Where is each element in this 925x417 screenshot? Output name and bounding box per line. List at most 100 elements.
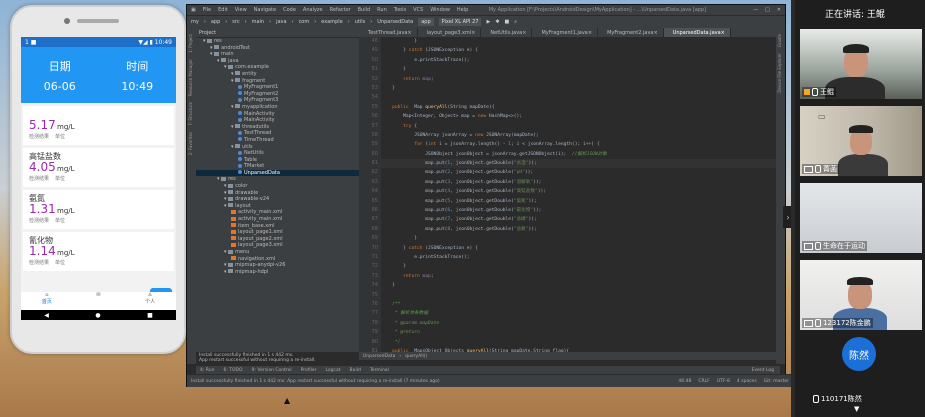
participant-tile[interactable]: ▭ 菁菡	[800, 106, 922, 176]
device-explorer-tab[interactable]: Device File Explorer	[777, 53, 782, 93]
menu-item-help[interactable]: Help	[457, 7, 468, 13]
run-icon[interactable]: ▶	[486, 19, 490, 25]
code-editor[interactable]: } } catch (JSONException e) { e.printSta…	[381, 37, 776, 352]
editor-tab[interactable]: NetUtils.java ×	[481, 28, 533, 37]
close-icon[interactable]: ✕	[777, 7, 781, 13]
tree-item[interactable]: ▾ layout	[196, 203, 359, 210]
tree-item[interactable]: ▾ fragment	[196, 78, 359, 85]
nav-crumb[interactable]: java	[276, 19, 286, 25]
tree-item[interactable]: item_base.xml	[196, 223, 359, 230]
breadcrumb-item[interactable]: queryAll()	[405, 354, 427, 359]
minimize-icon[interactable]: —	[753, 7, 758, 13]
nav-crumb[interactable]: app	[211, 19, 220, 25]
structure-tab[interactable]: 7: Structure	[188, 102, 193, 126]
tree-item[interactable]: ▾ mipmap-anydpi-v26	[196, 262, 359, 269]
tree-item[interactable]: MyFragment3	[196, 97, 359, 104]
menu-item-vcs[interactable]: VCS	[413, 7, 423, 13]
tool-window-tab[interactable]: 9: Version Control	[252, 368, 292, 373]
participant-tile[interactable]: 生命在于运动	[800, 183, 922, 253]
nav-crumb[interactable]: example	[321, 19, 343, 25]
tree-item[interactable]: activity_main.xml	[196, 209, 359, 216]
editor-tab[interactable]: TestThread.java ×	[359, 28, 418, 37]
tool-window-tab[interactable]: 6: TODO	[223, 368, 242, 373]
tree-item[interactable]: ▾ myapplication	[196, 104, 359, 111]
project-panel-header[interactable]: Project	[196, 28, 359, 38]
menu-item-refactor[interactable]: Refactor	[330, 7, 351, 13]
tab-close-icon[interactable]: ×	[588, 30, 592, 36]
menu-item-analyze[interactable]: Analyze	[303, 7, 323, 13]
editor-tab[interactable]: layout_page3.xml ×	[418, 28, 482, 37]
gradle-tab[interactable]: Gradle	[777, 34, 782, 47]
project-tool-tab[interactable]: 1: Project	[188, 34, 193, 53]
tree-item[interactable]: ▾ threadutils	[196, 124, 359, 131]
editor-tab[interactable]: MyFragment1.java ×	[532, 28, 599, 37]
participant-avatar[interactable]: 陈然	[842, 337, 876, 371]
tree-item[interactable]: ▾ menu	[196, 249, 359, 256]
tree-item[interactable]: layout_page2.xml	[196, 236, 359, 243]
tree-item[interactable]: ▾ drawable	[196, 190, 359, 197]
breadcrumb-item[interactable]: UnparsedData	[363, 354, 395, 359]
stop-icon[interactable]: ■	[505, 19, 510, 25]
menu-item-navigate[interactable]: Navigate	[254, 7, 276, 13]
tree-item[interactable]: TestThread	[196, 130, 359, 137]
tree-item[interactable]: layout_page3.xml	[196, 242, 359, 249]
nav-crumb[interactable]: my	[191, 19, 199, 25]
menu-item-code[interactable]: Code	[283, 7, 296, 13]
tree-item[interactable]: TMarket	[196, 163, 359, 170]
resource-manager-tab[interactable]: Resource Manager	[188, 59, 193, 96]
menu-item-view[interactable]: View	[235, 7, 247, 13]
tab-close-icon[interactable]: ×	[471, 30, 475, 36]
favorites-tab[interactable]: 2: Favorites	[188, 132, 193, 155]
search-icon[interactable]: ⌕	[514, 19, 517, 25]
tree-item[interactable]: Table	[196, 157, 359, 164]
home-circle-icon[interactable]: ●	[95, 312, 100, 319]
tree-item[interactable]: ▾ entity	[196, 71, 359, 78]
scroll-down-icon[interactable]: ▼	[854, 405, 859, 413]
event-log-tab[interactable]: Event Log	[752, 368, 774, 373]
editor-tab[interactable]: UnparsedData.java ×	[663, 28, 731, 37]
tree-item[interactable]: ▾ color	[196, 183, 359, 190]
nav-messages[interactable]: ✉	[73, 292, 125, 310]
nav-crumb[interactable]: com	[299, 19, 310, 25]
tool-window-tab[interactable]: Logcat	[325, 368, 340, 373]
tab-close-icon[interactable]: ×	[721, 30, 725, 36]
menu-item-tools[interactable]: Tools	[394, 7, 406, 13]
tree-item[interactable]: ▾ res	[196, 38, 359, 45]
tree-item[interactable]: MyFragment2	[196, 91, 359, 98]
tree-item[interactable]: ▾ androidTest	[196, 45, 359, 52]
tree-item[interactable]: UnparsedData	[196, 169, 359, 177]
run-config-select[interactable]: app	[418, 18, 434, 26]
tab-close-icon[interactable]: ×	[522, 30, 526, 36]
back-icon[interactable]: ◀	[44, 312, 49, 319]
tree-item[interactable]: ▾ main	[196, 51, 359, 58]
tree-item[interactable]: MainActivity	[196, 111, 359, 118]
tree-item[interactable]: ▾ res	[196, 176, 359, 183]
nav-home[interactable]: ⌂ 首页	[21, 292, 73, 310]
status-indicator[interactable]: 46:48	[678, 379, 691, 384]
nav-crumb[interactable]: utils	[355, 19, 366, 25]
tool-window-tab[interactable]: Terminal	[370, 368, 389, 373]
menu-item-window[interactable]: Window	[430, 7, 450, 13]
status-indicator[interactable]: 4 spaces	[737, 379, 757, 384]
nav-crumb[interactable]: UnparsedData	[377, 19, 413, 25]
status-indicator[interactable]: Git: master	[764, 379, 789, 384]
debug-icon[interactable]: ✱	[495, 19, 499, 25]
menu-item-edit[interactable]: Edit	[218, 7, 228, 13]
tree-item[interactable]: ▾ mipmap-hdpi	[196, 269, 359, 276]
tool-window-tab[interactable]: Build	[350, 368, 361, 373]
participant-tile[interactable]: 123172陈金鹏	[800, 260, 922, 330]
menu-item-build[interactable]: Build	[358, 7, 371, 13]
editor-tab[interactable]: MyFragment2.java ×	[598, 28, 664, 37]
tree-item[interactable]: layout_page1.xml	[196, 229, 359, 236]
tab-close-icon[interactable]: ×	[407, 30, 411, 36]
recents-icon[interactable]: ■	[147, 312, 153, 319]
tree-item[interactable]: activity_main.xml	[196, 216, 359, 223]
tree-item[interactable]: ▾ drawable-v24	[196, 196, 359, 203]
tree-item[interactable]: TimeThread	[196, 137, 359, 144]
device-select[interactable]: Pixel XL API 27	[438, 18, 482, 26]
nav-crumb[interactable]: main	[252, 19, 265, 25]
tree-item[interactable]: MyFragment1	[196, 84, 359, 91]
tool-window-tab[interactable]: 4: Run	[200, 368, 214, 373]
tree-item[interactable]: ▾ java	[196, 58, 359, 65]
status-indicator[interactable]: CRLF	[698, 379, 709, 384]
